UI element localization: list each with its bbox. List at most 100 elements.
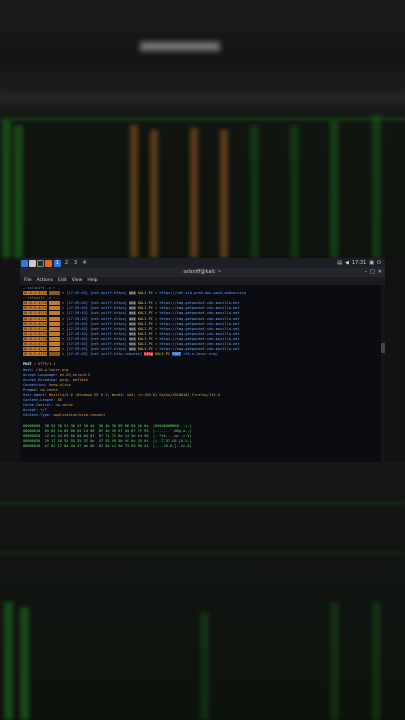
timestamp: [17:29:43] <box>66 331 88 336</box>
module-name: [net.sniff.https] <box>90 321 127 326</box>
sni-url: https://img-getpocket.cdn.mozilla.net <box>159 301 240 306</box>
clock[interactable]: 17:31 <box>352 260 366 266</box>
sni-tag: sni <box>129 301 136 306</box>
ip-pad <box>48 326 60 331</box>
kali-menu-icon[interactable] <box>21 259 28 267</box>
menu-actions[interactable]: Actions <box>37 277 53 285</box>
header-key: Content-Type: <box>23 413 52 418</box>
ip-address: 10.0.2.4/24 <box>23 326 47 331</box>
host-name: KALI-PC <box>137 342 153 347</box>
host-name: KALI-PC <box>137 306 153 311</box>
power-icon[interactable]: ⏻ <box>377 260 381 266</box>
module-name: [net.sniff.https] <box>90 311 127 316</box>
timestamp: [17:29:43] <box>66 326 88 331</box>
arrow-glyph: > <box>155 331 158 336</box>
menu-file[interactable]: File <box>24 277 32 285</box>
host-name: KALI-PC <box>137 311 153 316</box>
ip-address: 10.0.2.4/24 <box>23 331 47 336</box>
sni-tag: sni <box>129 347 136 352</box>
sni-tag: sni <box>129 321 136 326</box>
hexdump: 00000000 30 53 30 51 30 4f 30 4d 30 4b 3… <box>23 424 382 449</box>
arrow-glyph: » <box>61 342 65 347</box>
header-value: keep-alive <box>48 382 71 387</box>
header-value: no-cache <box>40 387 58 392</box>
module-name: [net.sniff.https] <box>90 316 127 321</box>
header-value: */* <box>40 408 47 413</box>
blurred-title <box>140 42 220 51</box>
sni-url: https://img-getpocket.cdn.mozilla.net <box>159 342 240 347</box>
timestamp: [17:29:43] <box>66 321 88 326</box>
ip-pad <box>48 301 60 306</box>
network-icon[interactable]: ▤ <box>337 260 342 266</box>
firefox-icon[interactable] <box>45 259 52 267</box>
sni-tag: sni <box>129 336 136 341</box>
arrow-glyph: » <box>61 301 65 306</box>
workspace-2[interactable]: 2 <box>63 260 70 267</box>
terminal-icon[interactable] <box>37 259 44 267</box>
timestamp: [17:29:43] <box>66 301 88 306</box>
module-name: [net.sniff.https] <box>90 306 127 311</box>
timestamp: [17:29:43] <box>66 311 88 316</box>
ip-address: 10.0.2.4/24 <box>23 316 47 321</box>
host-name: KALI-PC <box>137 336 153 341</box>
lock-icon[interactable]: ▣ <box>369 260 374 266</box>
sni-rows: 10.0.2.4/24 » [17:29:43] [net.sniff.http… <box>23 301 382 352</box>
top-panel: 1 2 3 4 ▤ ◀ 17:31 ▣ ⏻ <box>20 258 385 268</box>
header-value: / HTTP/1.1 <box>33 362 56 367</box>
workspace-4[interactable]: 4 <box>81 260 88 267</box>
arrow-glyph: » <box>61 306 65 311</box>
header-value: Mozilla/5.0 (Windows NT 6.1; Win64; x64;… <box>48 392 220 397</box>
menu-edit[interactable]: Edit <box>58 277 67 285</box>
sni-tag: sni <box>129 331 136 336</box>
ip-pad <box>48 321 60 326</box>
timestamp: [17:29:43] <box>66 306 88 311</box>
scrollbar-thumb[interactable] <box>381 343 385 353</box>
timestamp: [17:29:43] <box>66 342 88 347</box>
header-key: Content-Length: <box>23 398 56 403</box>
host-name: KALI-PC <box>137 331 153 336</box>
arrow-glyph: > <box>155 316 158 321</box>
sni-tag: sni <box>129 342 136 347</box>
background-top <box>0 0 405 258</box>
arrow-glyph: > <box>155 321 158 326</box>
arrow-glyph: » <box>61 347 65 352</box>
arrow-glyph: » <box>61 336 65 341</box>
arrow-glyph: » <box>61 316 65 321</box>
workspace-3[interactable]: 3 <box>72 260 79 267</box>
blurred-menu <box>0 95 405 100</box>
ip-address: 10.0.2.4/24 <box>23 311 47 316</box>
sni-url: https://img-getpocket.cdn.mozilla.net <box>159 336 240 341</box>
volume-icon[interactable]: ◀ <box>345 260 349 266</box>
maximize-icon[interactable]: □ <box>370 268 375 277</box>
arrow-glyph: > <box>155 342 158 347</box>
arrow-glyph: > <box>155 306 158 311</box>
host-name: KALI-PC <box>137 321 153 326</box>
terminal-screenshot: 1 2 3 4 ▤ ◀ 17:31 ▣ ⏻ sslsniff@kali: ~ –… <box>20 258 385 462</box>
module-name: [net.sniff.https] <box>90 347 127 352</box>
sni-url: https://img-getpocket.cdn.mozilla.net <box>159 347 240 352</box>
sni-tag: sni <box>129 316 136 321</box>
files-icon[interactable] <box>29 259 36 267</box>
host-name: KALI-PC <box>137 326 153 331</box>
ip-pad <box>48 316 60 321</box>
ip-address: 10.0.2.4/24 <box>23 306 47 311</box>
header-key: Accept-Encoding: <box>23 377 58 382</box>
close-icon[interactable]: ✕ <box>378 268 382 277</box>
ip-pad <box>48 336 60 341</box>
arrow-glyph: > <box>155 347 158 352</box>
http-request-headers: POST / HTTP/1.1 Host: r10.o.lencr.org Acce… <box>23 362 382 418</box>
menu-view[interactable]: View <box>72 277 83 285</box>
ip-address: 10.0.2.4/24 <box>23 291 47 296</box>
minimize-icon[interactable]: – <box>365 268 368 277</box>
ip-pad <box>48 347 60 352</box>
window-titlebar[interactable]: sslsniff@kali: ~ – □ ✕ <box>20 268 385 277</box>
terminal-output[interactable]: — sslsniff -c ~ — 10.0.2.4/24 » [17:29:4… <box>20 285 385 462</box>
header-key: Accept-Language: <box>23 372 58 377</box>
sni-url: https://img-getpocket.cdn.mozilla.net <box>159 321 240 326</box>
workspace-1[interactable]: 1 <box>54 259 61 267</box>
arrow-glyph: > <box>155 326 158 331</box>
terminal-scrollbar[interactable] <box>381 285 385 462</box>
menu-help[interactable]: Help <box>87 277 97 285</box>
header-value: no-cache <box>55 403 73 408</box>
header-value: application/ocsp-request <box>53 413 106 418</box>
